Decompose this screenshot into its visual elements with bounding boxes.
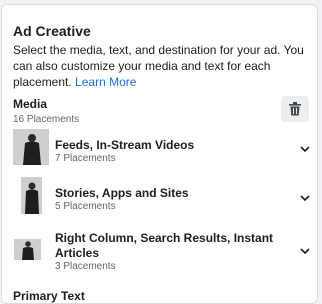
trash-icon xyxy=(289,102,301,116)
placement-count: 7 Placements xyxy=(55,153,116,164)
media-thumbnail xyxy=(14,239,41,260)
media-thumbnail xyxy=(13,129,49,165)
placement-title: Stories, Apps and Sites xyxy=(55,186,189,200)
primary-text-heading: Primary Text xyxy=(13,289,85,303)
media-heading: Media xyxy=(13,97,48,111)
media-placement-count: 16 Placements xyxy=(13,114,80,125)
ad-creative-card: Ad Creative Select the media, text, and … xyxy=(1,4,318,304)
chevron-down-icon[interactable] xyxy=(298,244,312,258)
chevron-down-icon[interactable] xyxy=(298,191,312,205)
person-silhouette-image xyxy=(13,129,49,165)
placement-count: 3 Placements xyxy=(55,261,116,272)
placement-title: Feeds, In-Stream Videos xyxy=(55,138,195,152)
person-silhouette-image xyxy=(21,177,42,214)
learn-more-link[interactable]: Learn More xyxy=(75,75,136,89)
placement-row-right-column[interactable]: Right Column, Search Results, Instant Ar… xyxy=(2,227,319,275)
delete-media-button[interactable] xyxy=(281,96,309,122)
placement-count: 5 Placements xyxy=(55,201,116,212)
placement-row-stories[interactable]: Stories, Apps and Sites 5 Placements xyxy=(2,177,319,217)
person-silhouette-image xyxy=(14,239,41,260)
placement-title: Right Column, Search Results, Instant Ar… xyxy=(55,231,274,260)
chevron-down-icon[interactable] xyxy=(298,142,312,156)
section-description: Select the media, text, and destination … xyxy=(13,42,313,90)
placement-row-feeds[interactable]: Feeds, In-Stream Videos 7 Placements xyxy=(2,128,319,168)
media-thumbnail xyxy=(21,177,42,214)
description-text: Select the media, text, and destination … xyxy=(13,43,304,89)
section-title: Ad Creative xyxy=(13,23,91,39)
